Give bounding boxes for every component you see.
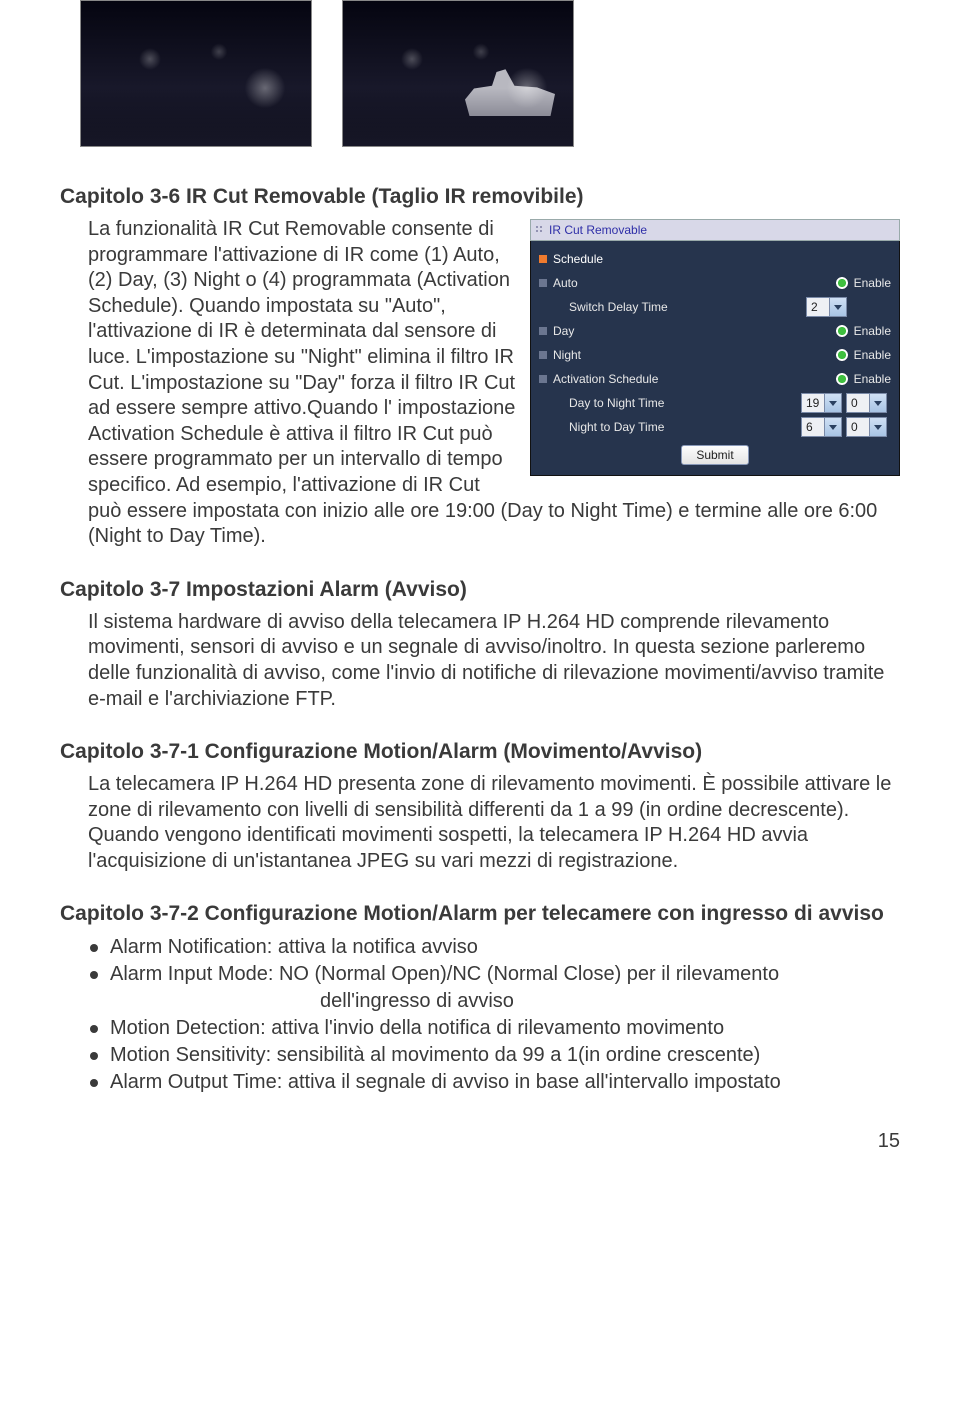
radio-night[interactable] (836, 349, 848, 361)
chevron-down-icon[interactable] (829, 298, 846, 316)
heading-3-7-1: Capitolo 3-7-1 Configurazione Motion/Ala… (60, 740, 900, 764)
row-night-to-day: Night to Day Time 6 0 (539, 415, 891, 439)
heading-3-6: Capitolo 3-6 IR Cut Removable (Taglio IR… (60, 185, 900, 209)
enable-label: Enable (854, 372, 891, 386)
enable-label: Enable (854, 324, 891, 338)
page-number: 15 (60, 1130, 900, 1153)
radio-auto[interactable] (836, 277, 848, 289)
grip-icon (535, 225, 545, 235)
activation-label: Activation Schedule (553, 372, 673, 386)
row-switch-delay: Switch Delay Time 2 (539, 295, 891, 319)
day-to-night-min-select[interactable]: 0 (846, 393, 887, 413)
panel-title-text: IR Cut Removable (549, 223, 647, 237)
row-activation-schedule: Activation Schedule Enable (539, 367, 891, 391)
thumbnail-row (60, 0, 900, 157)
chevron-down-icon[interactable] (869, 418, 886, 436)
night-image-1 (80, 0, 312, 147)
bullet-icon (539, 327, 547, 335)
enable-label: Enable (854, 276, 891, 290)
bullet-icon (539, 255, 547, 263)
section-3-7-text: Il sistema hardware di avviso della tele… (88, 610, 900, 712)
list-item: Alarm Input Mode: NO (Normal Open)/NC (N… (88, 961, 900, 1015)
bullet-icon (539, 375, 547, 383)
list-item: Alarm Output Time: attiva il segnale di … (88, 1069, 900, 1096)
night-label: Night (553, 348, 673, 362)
switch-delay-select[interactable]: 2 (806, 297, 847, 317)
row-day-to-night: Day to Night Time 19 0 (539, 391, 891, 415)
night-to-day-label: Night to Day Time (539, 420, 719, 434)
row-day: Day Enable (539, 319, 891, 343)
list-item: Alarm Notification: attiva la notifica a… (88, 934, 900, 961)
day-label: Day (553, 324, 673, 338)
list-item: Motion Detection: attiva l'invio della n… (88, 1015, 900, 1042)
panel-body: Schedule Auto Enable Switch Delay Time 2 (530, 241, 900, 476)
row-auto: Auto Enable (539, 271, 891, 295)
schedule-label: Schedule (553, 252, 603, 266)
bullet-icon (539, 279, 547, 287)
radio-activation[interactable] (836, 373, 848, 385)
enable-label: Enable (854, 348, 891, 362)
submit-button[interactable]: Submit (681, 445, 748, 465)
bullet-icon (539, 351, 547, 359)
day-to-night-label: Day to Night Time (539, 396, 719, 410)
bullet-list: Alarm Notification: attiva la notifica a… (88, 934, 900, 1096)
row-night: Night Enable (539, 343, 891, 367)
night-image-2 (342, 0, 574, 147)
night-to-day-hour-select[interactable]: 6 (801, 417, 842, 437)
heading-3-7: Capitolo 3-7 Impostazioni Alarm (Avviso) (60, 578, 900, 602)
panel-title-bar: IR Cut Removable (530, 219, 900, 241)
section-3-7-1-text: La telecamera IP H.264 HD presenta zone … (88, 772, 900, 874)
radio-day[interactable] (836, 325, 848, 337)
chevron-down-icon[interactable] (824, 394, 841, 412)
heading-3-7-2: Capitolo 3-7-2 Configurazione Motion/Ala… (60, 902, 900, 926)
switch-delay-label: Switch Delay Time (539, 300, 719, 314)
chevron-down-icon[interactable] (869, 394, 886, 412)
chevron-down-icon[interactable] (824, 418, 841, 436)
ir-cut-settings-panel: IR Cut Removable Schedule Auto Enable Sw… (530, 219, 900, 476)
night-to-day-min-select[interactable]: 0 (846, 417, 887, 437)
list-item: Motion Sensitivity: sensibilità al movim… (88, 1042, 900, 1069)
day-to-night-hour-select[interactable]: 19 (801, 393, 842, 413)
document-page: Capitolo 3-6 IR Cut Removable (Taglio IR… (0, 0, 960, 1193)
auto-label: Auto (553, 276, 673, 290)
row-schedule-header: Schedule (539, 247, 891, 271)
